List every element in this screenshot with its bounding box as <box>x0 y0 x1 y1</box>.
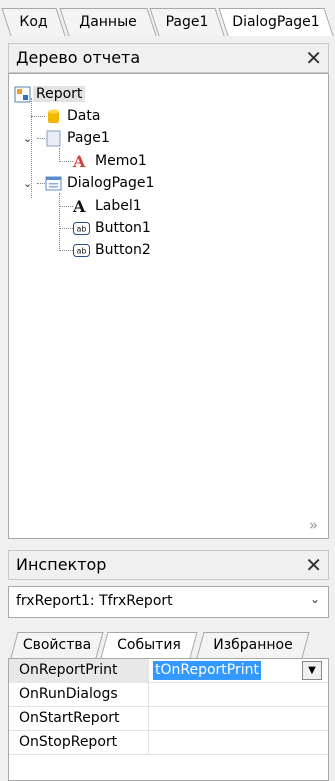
tree-connector <box>37 138 45 139</box>
button-icon: ab <box>73 220 90 237</box>
tab-data-label: Данные <box>79 14 137 30</box>
event-value[interactable] <box>150 707 328 731</box>
event-name: OnStopReport <box>9 731 149 755</box>
tree-connector <box>37 183 45 184</box>
page-tabs: Код Данные Page1 DialogPage1 <box>0 0 335 36</box>
tree-node-label: DialogPage1 <box>67 175 155 191</box>
report-tree-header: Дерево отчета ✕ <box>8 43 329 73</box>
more-chevron-icon[interactable]: » <box>309 516 318 534</box>
tree-connector <box>59 148 60 162</box>
inspector-header: Инспектор ✕ <box>8 550 329 580</box>
report-icon <box>14 86 31 103</box>
event-value[interactable] <box>150 731 328 755</box>
chevron-down-icon[interactable]: ⌄ <box>23 177 32 190</box>
tab-code[interactable]: Код <box>1 8 66 36</box>
report-designer-panel: Код Данные Page1 DialogPage1 Дерево отче… <box>0 0 335 781</box>
label-icon: A <box>73 196 86 216</box>
tree-node-data[interactable]: Data <box>45 105 100 127</box>
text-memo-icon: A <box>73 151 86 171</box>
close-icon[interactable]: ✕ <box>305 46 322 70</box>
event-name: OnReportPrint <box>9 659 149 683</box>
tab-page1[interactable]: Page1 <box>149 8 225 36</box>
tree-connector <box>59 193 60 251</box>
tab-events-label: События <box>117 637 181 653</box>
tab-dialogpage1-label: DialogPage1 <box>232 14 320 30</box>
event-value[interactable] <box>150 683 328 707</box>
tree-node-label: Button1 <box>95 220 151 236</box>
tab-page1-label: Page1 <box>165 14 209 30</box>
tab-properties[interactable]: Свойства <box>10 632 104 658</box>
tree-node-label: Report <box>33 86 86 102</box>
tab-favorites-label: Избранное <box>213 637 293 653</box>
tree-node-page1[interactable]: Page1 <box>45 127 110 149</box>
tree-node-memo1[interactable]: A Memo1 <box>73 150 147 172</box>
tree-connector <box>59 161 73 162</box>
tab-dialogpage1[interactable]: DialogPage1 <box>218 8 334 36</box>
svg-text:ab: ab <box>77 224 87 233</box>
svg-text:ab: ab <box>77 246 87 255</box>
dialog-page-icon <box>45 175 62 192</box>
tree-node-label: Memo1 <box>95 153 147 169</box>
button-icon: ab <box>73 242 90 259</box>
tree-connector <box>59 228 73 229</box>
tree-node-label: Button2 <box>95 242 151 258</box>
tree-node-report[interactable]: Report <box>14 83 86 105</box>
tree-node-label: Label1 <box>95 198 142 214</box>
page-icon <box>45 130 62 147</box>
object-select-value: frxReport1: TfrxReport <box>16 593 173 609</box>
tab-properties-label: Свойства <box>22 637 92 653</box>
tab-favorites[interactable]: Избранное <box>196 632 310 658</box>
database-icon <box>45 108 62 125</box>
event-name: OnRunDialogs <box>9 683 149 707</box>
tab-code-label: Код <box>19 14 48 30</box>
inspector-tabs: Свойства События Избранное <box>8 628 329 658</box>
tab-data[interactable]: Данные <box>59 8 157 36</box>
object-select[interactable]: frxReport1: TfrxReport ⌄ <box>8 586 329 618</box>
tree-node-label: Data <box>67 108 101 124</box>
dropdown-arrow-icon[interactable]: ▼ <box>302 661 322 680</box>
event-grid: OnReportPrint tOnReportPrint ▼ OnRunDial… <box>8 658 329 781</box>
event-name: OnStartReport <box>9 707 149 731</box>
event-value-editor[interactable]: tOnReportPrint <box>153 661 261 680</box>
tree-connector <box>59 206 73 207</box>
tree-node-button2[interactable]: ab Button2 <box>73 239 151 261</box>
tree-node-label: Page1 <box>67 130 110 146</box>
inspector-title: Инспектор <box>16 555 107 574</box>
tree-connector <box>31 116 45 117</box>
tab-events[interactable]: События <box>100 632 198 658</box>
tree-node-dialogpage1[interactable]: DialogPage1 <box>45 172 154 194</box>
grid-row[interactable]: OnStartReport <box>9 707 328 731</box>
grid-row[interactable]: OnStopReport <box>9 731 328 755</box>
tree-node-button1[interactable]: ab Button1 <box>73 217 151 239</box>
tree-node-label1[interactable]: A Label1 <box>73 195 142 217</box>
report-tree-title: Дерево отчета <box>16 48 141 67</box>
chevron-down-icon[interactable]: ⌄ <box>310 592 320 606</box>
grid-row[interactable]: OnReportPrint tOnReportPrint ▼ <box>9 659 328 683</box>
report-tree[interactable]: Report Data ⌄ Page1 A Memo1 ⌄ DialogPage… <box>8 73 329 539</box>
grid-row[interactable]: OnRunDialogs <box>9 683 328 707</box>
event-value[interactable]: tOnReportPrint ▼ <box>150 659 328 683</box>
chevron-down-icon[interactable]: ⌄ <box>23 132 32 145</box>
tree-connector <box>59 250 73 251</box>
close-icon[interactable]: ✕ <box>305 553 322 577</box>
